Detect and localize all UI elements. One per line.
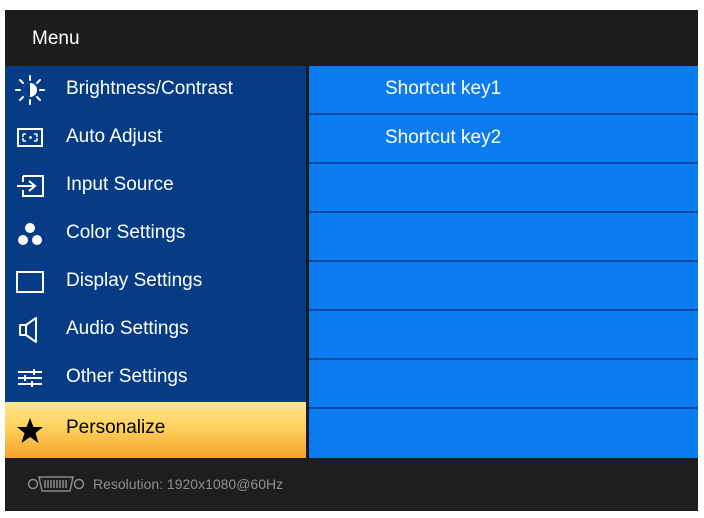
menu-item-label: Brightness/Contrast (66, 78, 233, 99)
auto-adjust-icon (15, 122, 45, 154)
submenu-panel: Shortcut key1 Shortcut key2 (309, 66, 698, 458)
menu-item-label: Audio Settings (66, 318, 189, 339)
submenu-row-empty (309, 311, 698, 360)
menu-item-label: Color Settings (66, 222, 186, 243)
osd-menu-window: Menu Brightness/Contrast Auto Adjust Inp… (5, 10, 698, 511)
submenu-row-empty (309, 409, 698, 458)
menu-item-label: Personalize (66, 417, 166, 438)
menu-item-auto-adjust[interactable]: Auto Adjust (5, 114, 306, 162)
menu-item-input-source[interactable]: Input Source (5, 162, 306, 210)
submenu-row-empty (309, 164, 698, 213)
main-menu-list: Brightness/Contrast Auto Adjust Input So… (5, 66, 306, 458)
status-footer: Resolution: 1920x1080@60Hz (5, 458, 698, 511)
menu-item-color-settings[interactable]: Color Settings (5, 210, 306, 258)
submenu-row-shortcut-key1[interactable]: Shortcut key1 (309, 66, 698, 115)
menu-item-label: Input Source (66, 174, 174, 195)
input-source-icon (15, 170, 45, 202)
color-settings-icon (15, 218, 45, 250)
menu-item-brightness-contrast[interactable]: Brightness/Contrast (5, 66, 306, 114)
menu-title: Menu (32, 28, 80, 49)
menu-item-label: Other Settings (66, 366, 188, 387)
submenu-row-label: Shortcut key1 (385, 78, 502, 99)
submenu-row-empty (309, 213, 698, 262)
menu-item-other-settings[interactable]: Other Settings (5, 354, 306, 402)
star-icon (15, 414, 45, 446)
menu-item-personalize[interactable]: Personalize (5, 402, 306, 458)
display-settings-icon (15, 266, 45, 298)
menu-header: Menu (5, 10, 698, 66)
menu-item-label: Display Settings (66, 270, 203, 291)
submenu-row-shortcut-key2[interactable]: Shortcut key2 (309, 115, 698, 164)
submenu-row-empty (309, 262, 698, 311)
menu-item-audio-settings[interactable]: Audio Settings (5, 306, 306, 354)
submenu-row-empty (309, 360, 698, 409)
brightness-icon (15, 74, 45, 106)
resolution-status: Resolution: 1920x1080@60Hz (93, 476, 284, 492)
sliders-icon (15, 362, 45, 394)
speaker-icon (15, 314, 45, 346)
menu-item-display-settings[interactable]: Display Settings (5, 258, 306, 306)
vga-connector-icon (27, 474, 85, 494)
submenu-row-label: Shortcut key2 (385, 127, 502, 148)
menu-item-label: Auto Adjust (66, 126, 163, 147)
